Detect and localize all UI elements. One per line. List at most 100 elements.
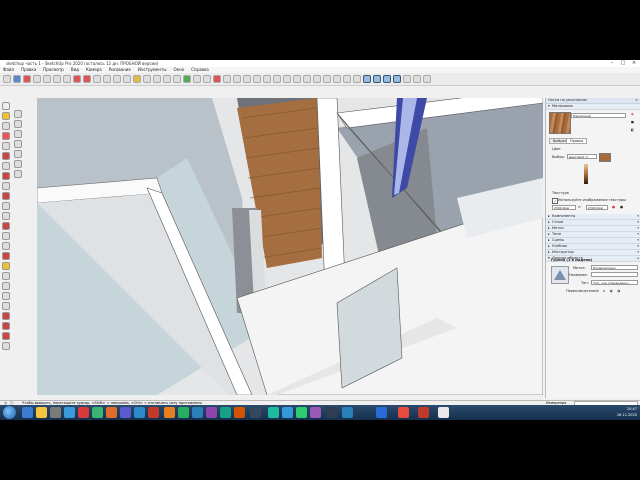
orbit-icon[interactable] — [143, 75, 151, 83]
offset-tool-icon[interactable] — [103, 75, 111, 83]
taskbar-app18-icon[interactable] — [342, 407, 353, 418]
cast-shadows-icon[interactable]: ◑ — [617, 289, 620, 293]
taskbar-app9-icon[interactable] — [206, 407, 217, 418]
axes-icon[interactable] — [2, 232, 10, 240]
style-7-icon[interactable] — [423, 75, 431, 83]
wireframe-icon[interactable] — [243, 75, 251, 83]
eraser-icon[interactable] — [23, 75, 31, 83]
taskbar-app12-icon[interactable] — [250, 407, 261, 418]
back-edges-icon[interactable] — [233, 75, 241, 83]
zoom-icon[interactable] — [163, 75, 171, 83]
push-pull-icon[interactable] — [63, 75, 71, 83]
warehouse-icon[interactable] — [193, 75, 201, 83]
walk-icon[interactable] — [2, 302, 10, 310]
tape-measure-icon[interactable] — [113, 75, 121, 83]
position-camera-icon[interactable] — [2, 322, 10, 330]
tab-edit[interactable]: Правка — [566, 138, 588, 144]
tray-close-icon[interactable]: × — [635, 98, 638, 103]
zoom-extents-icon[interactable] — [173, 75, 181, 83]
eraser-icon[interactable] — [2, 132, 10, 140]
texture-width-field[interactable]: 2300.0мм — [552, 205, 576, 210]
taskbar-app-icon[interactable] — [50, 407, 61, 418]
polygon-icon[interactable] — [14, 140, 22, 148]
taskbar-opera-icon[interactable] — [398, 407, 409, 418]
style-1-icon[interactable] — [363, 75, 371, 83]
pan-icon[interactable] — [2, 272, 10, 280]
taskbar-app8-icon[interactable] — [192, 407, 203, 418]
taskbar-adobe-icon[interactable] — [78, 407, 89, 418]
color-swatch[interactable] — [599, 153, 611, 162]
look-around-icon[interactable] — [2, 312, 10, 320]
receive-shadows-icon[interactable]: ◐ — [610, 289, 613, 293]
chain-link-icon[interactable]: ⇔ — [578, 205, 581, 209]
bucket-icon[interactable]: ◧ — [631, 128, 634, 132]
taskbar-app16-icon[interactable] — [310, 407, 321, 418]
scale-tool-icon[interactable] — [93, 75, 101, 83]
follow-me-icon[interactable] — [14, 160, 22, 168]
taskbar-app13-icon[interactable] — [268, 407, 279, 418]
zoom-window-icon[interactable] — [2, 292, 10, 300]
taskbar-app7-icon[interactable] — [178, 407, 189, 418]
texture-height-field[interactable]: 2300.0мм — [586, 205, 608, 210]
style-3-icon[interactable] — [383, 75, 391, 83]
component-icon[interactable] — [14, 120, 22, 128]
texture-edit-icon[interactable]: ● — [620, 205, 623, 209]
rotate-tool-icon[interactable] — [83, 75, 91, 83]
right-view-icon[interactable] — [323, 75, 331, 83]
paint-bucket-icon[interactable] — [133, 75, 141, 83]
taskbar-vlc-icon[interactable] — [164, 407, 175, 418]
taskbar-app4-icon[interactable] — [120, 407, 131, 418]
move-tool-icon[interactable] — [73, 75, 81, 83]
front-view-icon[interactable] — [313, 75, 321, 83]
move-icon[interactable] — [2, 192, 10, 200]
make-component-icon[interactable] — [13, 75, 21, 83]
close-button[interactable]: × — [630, 60, 638, 66]
monochrome-icon[interactable] — [283, 75, 291, 83]
tape-icon[interactable] — [2, 212, 10, 220]
lasso-icon[interactable] — [14, 110, 22, 118]
push-pull-icon[interactable] — [2, 182, 10, 190]
taskbar-app11-icon[interactable] — [234, 407, 245, 418]
arc-tool-icon[interactable] — [43, 75, 51, 83]
taskbar-sketchup-icon[interactable] — [438, 407, 449, 418]
rectangle-icon[interactable] — [2, 142, 10, 150]
rotate-icon[interactable] — [2, 202, 10, 210]
pie-icon[interactable] — [2, 172, 10, 180]
start-button[interactable] — [3, 406, 16, 419]
paint-icon[interactable] — [2, 112, 10, 120]
offset-icon[interactable] — [14, 170, 22, 178]
materials-section-header[interactable]: ▾ Материалы — [546, 104, 640, 110]
orbit-icon[interactable] — [2, 262, 10, 270]
reset-material-icon[interactable]: ◼ — [631, 120, 634, 124]
geo-icon[interactable] — [2, 342, 10, 350]
taskbar-app3-icon[interactable] — [106, 407, 117, 418]
taskbar-word-icon[interactable] — [376, 407, 387, 418]
pan-icon[interactable] — [153, 75, 161, 83]
taskbar-app6-icon[interactable] — [148, 407, 159, 418]
taskbar-app10-icon[interactable] — [220, 407, 231, 418]
taskbar-ie-icon[interactable] — [22, 407, 33, 418]
style-2-icon[interactable] — [373, 75, 381, 83]
circle-icon[interactable] — [2, 152, 10, 160]
pencil-icon[interactable] — [2, 122, 10, 130]
iso-view-icon[interactable] — [293, 75, 301, 83]
system-clock[interactable]: 20:47 26.11.2020 — [617, 406, 637, 418]
taskbar-app15-icon[interactable] — [296, 407, 307, 418]
create-material-icon[interactable]: ◈ — [631, 112, 634, 116]
back-view-icon[interactable] — [333, 75, 341, 83]
material-name-field[interactable]: Паркетный — [571, 113, 626, 118]
type-select[interactable]: Тип: <не определено> — [591, 280, 638, 285]
top-view-icon[interactable] — [303, 75, 311, 83]
minimize-button[interactable]: – — [608, 60, 616, 66]
taskbar-app17-icon[interactable] — [326, 407, 337, 418]
taskbar-app2-icon[interactable] — [92, 407, 103, 418]
style-5-icon[interactable] — [403, 75, 411, 83]
section-icon[interactable] — [2, 332, 10, 340]
taskbar-photoshop-icon[interactable] — [64, 407, 75, 418]
arc-icon[interactable] — [2, 162, 10, 170]
shaded-icon[interactable] — [263, 75, 271, 83]
locked-toggle-icon[interactable]: ⌂ — [603, 289, 605, 293]
home-icon[interactable] — [14, 130, 22, 138]
select-tool-icon[interactable] — [3, 75, 11, 83]
select-tool-icon[interactable] — [2, 102, 10, 110]
